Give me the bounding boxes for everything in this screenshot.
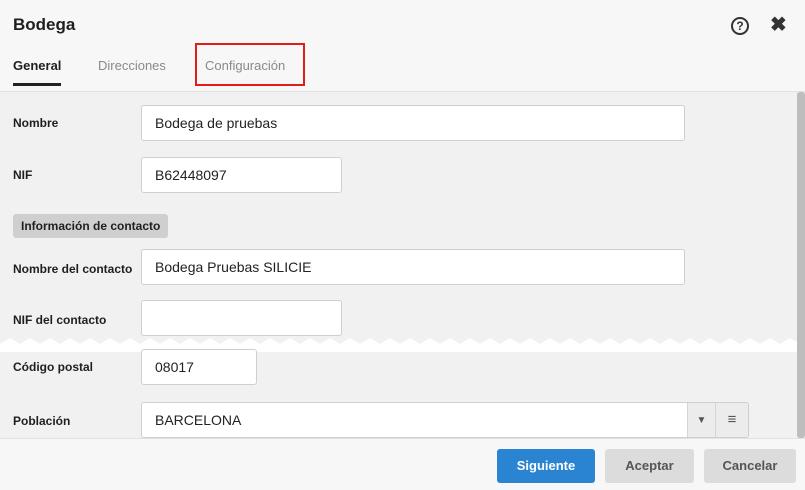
nif-input[interactable]: B62448097 bbox=[141, 157, 342, 193]
nombre-label: Nombre bbox=[13, 116, 59, 130]
scroll-cut-divider bbox=[0, 338, 805, 352]
dialog-header: Bodega ? ✖ General Direcciones Configura… bbox=[0, 0, 805, 92]
nif-contacto-input[interactable] bbox=[141, 300, 342, 336]
siguiente-button[interactable]: Siguiente bbox=[497, 449, 595, 483]
nif-label: NIF bbox=[13, 168, 33, 182]
nombre-input[interactable]: Bodega de pruebas bbox=[141, 105, 685, 141]
aceptar-button[interactable]: Aceptar bbox=[605, 449, 694, 483]
hamburger-menu-icon[interactable]: ≡ bbox=[715, 402, 749, 438]
help-icon[interactable]: ? bbox=[731, 17, 749, 35]
highlight-annotation-box bbox=[195, 43, 305, 86]
nif-contacto-label: NIF del contacto bbox=[13, 313, 107, 327]
codigo-postal-label: Código postal bbox=[13, 360, 93, 374]
dialog-footer: Siguiente Aceptar Cancelar bbox=[0, 438, 805, 490]
dialog-title: Bodega bbox=[13, 15, 76, 34]
cancelar-button[interactable]: Cancelar bbox=[704, 449, 796, 483]
codigo-postal-input[interactable]: 08017 bbox=[141, 349, 257, 385]
vertical-scrollbar[interactable] bbox=[797, 92, 805, 438]
nombre-contacto-input[interactable]: Bodega Pruebas SILICIE bbox=[141, 249, 685, 285]
scrollbar-thumb[interactable] bbox=[797, 92, 805, 438]
form-body: Nombre Bodega de pruebas NIF B62448097 I… bbox=[0, 92, 805, 438]
caret-down-icon[interactable]: ▼ bbox=[687, 402, 715, 438]
poblacion-label: Población bbox=[13, 414, 71, 428]
nombre-contacto-label: Nombre del contacto bbox=[13, 262, 133, 276]
tab-general[interactable]: General bbox=[13, 58, 62, 86]
close-icon[interactable]: ✖ bbox=[770, 13, 787, 37]
section-contact-heading: Información de contacto bbox=[13, 214, 169, 238]
poblacion-select[interactable]: BARCELONA bbox=[141, 402, 688, 438]
tab-direcciones[interactable]: Direcciones bbox=[98, 58, 166, 73]
